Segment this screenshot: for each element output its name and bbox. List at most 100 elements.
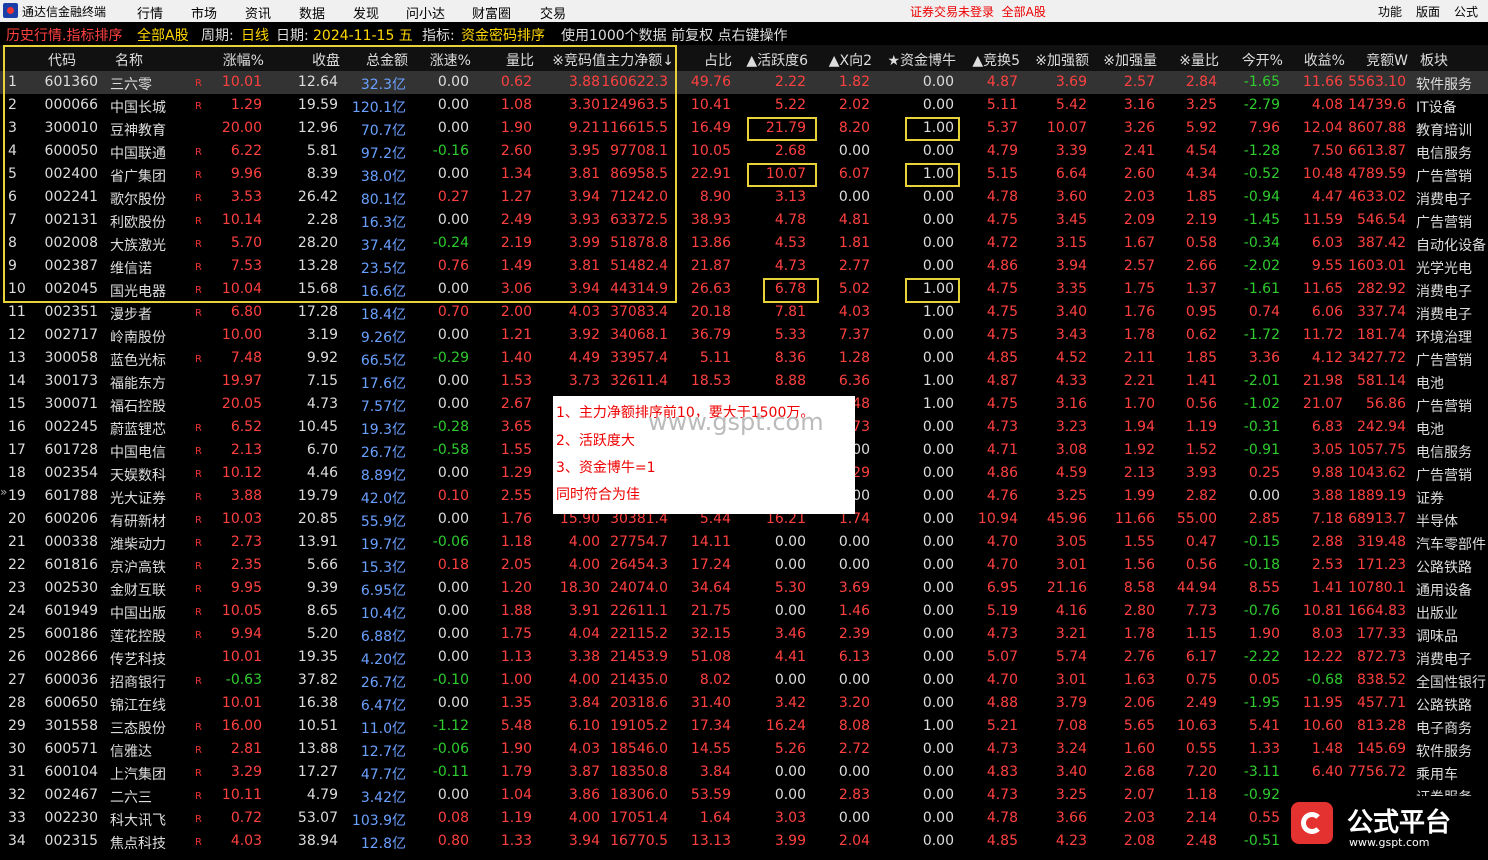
col-header-20[interactable]: 板块 [1420, 50, 1448, 70]
table-row[interactable]: 11 002351 漫步者 R 6.80 17.28 18.4亿 0.70 2.00 4.03 37… [0, 301, 1488, 324]
menu-layout[interactable]: 版面 [1416, 3, 1440, 20]
col-header-17[interactable]: 今开% [1242, 50, 1283, 70]
jingma-value: 3.91 [568, 603, 600, 619]
period-selector[interactable]: 日线 [241, 25, 269, 45]
x-direction: 8.08 [838, 718, 870, 734]
jinghuan: 5.37 [986, 120, 1018, 136]
vol-ratio-2: 0.55 [1185, 741, 1217, 757]
highlight-activity-row10 [763, 278, 819, 303]
table-row[interactable]: 30 600571 信雅达 R 2.81 13.88 12.7亿 -0.06 1.90 4.03 1… [0, 738, 1488, 761]
sector: 软件服务 [1416, 744, 1472, 760]
stock-code: 601949 [44, 603, 98, 619]
col-header-12[interactable]: ★资金博牛 [887, 50, 956, 70]
table-row[interactable]: 27 600036 招商银行 R -0.63 37.82 26.7亿 -0.10 1.00 4.0… [0, 669, 1488, 692]
menu-item-quotes[interactable]: 行情 [137, 3, 163, 22]
total-amount: 10.4亿 [360, 606, 406, 622]
menu-item-news[interactable]: 资讯 [245, 3, 271, 22]
col-header-19[interactable]: 竞额W [1366, 50, 1408, 70]
menu-function[interactable]: 功能 [1378, 3, 1402, 20]
menu-item-wealth[interactable]: 财富圈 [472, 3, 511, 22]
stock-name: 科大讯飞 [110, 813, 166, 829]
enhanced-volume: 2.76 [1123, 649, 1155, 665]
col-header-11[interactable]: ▲X向2 [829, 50, 872, 70]
activity: 4.73 [774, 258, 806, 274]
row-index: 21 [8, 534, 26, 550]
jinghuan: 4.73 [986, 787, 1018, 803]
menu-item-ask[interactable]: 问小达 [406, 3, 445, 22]
row-index: 16 [8, 419, 26, 435]
menu-item-data[interactable]: 数据 [299, 3, 325, 22]
enhanced-amount: 4.52 [1055, 350, 1087, 366]
vol-ratio-2: 1.85 [1185, 350, 1217, 366]
open-pct: -1.02 [1243, 396, 1280, 412]
return-pct: 6.03 [1311, 235, 1343, 251]
speed-pct: 0.18 [437, 557, 469, 573]
table-row[interactable]: 22 601816 京沪高铁 R 2.35 5.66 15.3亿 0.18 2.05 4.00 26… [0, 554, 1488, 577]
brand-url: www.gspt.com [1349, 836, 1430, 849]
row-index: 18 [8, 465, 26, 481]
jinghuan: 4.83 [986, 764, 1018, 780]
side-expand-icon[interactable]: » [0, 485, 7, 499]
table-row[interactable]: 28 600650 锦江在线 10.01 16.38 6.47亿 0.00 1.35 3.84 2… [0, 692, 1488, 715]
volume-ratio: 1.04 [500, 787, 532, 803]
open-pct: -2.79 [1243, 97, 1280, 113]
menu-item-discover[interactable]: 发现 [353, 3, 379, 22]
table-row[interactable]: 34 002315 焦点科技 R 4.03 38.94 12.8亿 0.80 1.33 3.94 1… [0, 830, 1488, 853]
row-index: 31 [8, 764, 26, 780]
vol-ratio-2: 7.20 [1185, 764, 1217, 780]
col-header-16[interactable]: ※量比 [1179, 50, 1219, 70]
open-pct: 7.96 [1248, 120, 1280, 136]
activity: 3.42 [774, 695, 806, 711]
col-header-10[interactable]: ▲活跃度6 [746, 50, 808, 70]
menu-formula[interactable]: 公式 [1454, 3, 1478, 20]
col-header-18[interactable]: 收益% [1304, 50, 1345, 70]
total-amount: 9.26亿 [360, 330, 406, 346]
table-row[interactable]: 33 002230 科大讯飞 R 0.72 53.07 103.9亿 0.08 1.19 4.00… [0, 807, 1488, 830]
total-amount: 4.20亿 [360, 652, 406, 668]
col-header-13[interactable]: ▲竞换5 [972, 50, 1020, 70]
market-selector[interactable]: 全部A股 [137, 25, 189, 45]
main-net-flow: 24074.0 [610, 580, 668, 596]
enhanced-volume: 2.11 [1123, 350, 1155, 366]
table-row[interactable]: 13 300058 蓝色光标 R 7.48 9.92 66.5亿 -0.29 1.40 4.49 3… [0, 347, 1488, 370]
sector: 通用设备 [1416, 583, 1472, 599]
highlight-bull-row3 [905, 117, 960, 141]
table-row[interactable]: 24 601949 中国出版 R 10.05 8.65 10.4亿 0.00 1.88 3.91 2… [0, 600, 1488, 623]
row-index: 29 [8, 718, 26, 734]
date-selector[interactable]: 2024-11-15 五 [313, 25, 413, 45]
table-row[interactable]: 25 600186 莲花控股 R 9.94 5.20 6.88亿 0.00 1.75 4.04 22… [0, 623, 1488, 646]
sector: 电子商务 [1416, 721, 1472, 737]
main-net-flow: 18546.0 [610, 741, 668, 757]
menu-item-market[interactable]: 市场 [191, 3, 217, 22]
enhanced-volume: 5.65 [1123, 718, 1155, 734]
main-net-flow: 18306.0 [610, 787, 668, 803]
brand-name: 公式平台 [1347, 808, 1452, 838]
stock-code: 600571 [44, 741, 98, 757]
stock-code: 600650 [44, 695, 98, 711]
table-row[interactable]: 21 000338 潍柴动力 R 2.73 13.91 19.7亿 -0.06 1.18 4.00… [0, 531, 1488, 554]
indicator-selector[interactable]: 资金密码排序 [461, 25, 545, 45]
col-header-15[interactable]: ※加强量 [1103, 50, 1157, 70]
menu-item-trade[interactable]: 交易 [540, 3, 566, 22]
table-row[interactable]: 32 002467 二六三 R 10.11 4.79 3.42亿 0.00 1.04 3.86 18… [0, 784, 1488, 807]
rz-flag: R [195, 814, 202, 825]
table-row[interactable]: 29 301558 三态股份 R 16.00 10.51 11.0亿 -1.12 5.48 6.1… [0, 715, 1488, 738]
table-row[interactable]: 31 600104 上汽集团 R 3.29 17.27 47.7亿 -0.11 1.79 3.87… [0, 761, 1488, 784]
close-price: 53.07 [297, 810, 338, 826]
login-status[interactable]: 证券交易未登录 全部A股 [910, 3, 1046, 20]
activity: 16.24 [765, 718, 806, 734]
table-row[interactable]: 23 002530 金财互联 R 9.95 9.39 6.95亿 0.00 1.20 18.30 2… [0, 577, 1488, 600]
table-row[interactable]: 12 002717 岭南股份 10.00 3.19 9.26亿 0.00 1.21 3.92 34… [0, 324, 1488, 347]
col-header-14[interactable]: ※加强额 [1035, 50, 1089, 70]
table-row[interactable]: 14 300173 福能东方 19.97 7.15 17.6亿 0.00 1.53 3.73 32… [0, 370, 1488, 393]
stock-code: 002717 [44, 327, 98, 343]
enhanced-amount: 6.64 [1055, 166, 1087, 182]
ratio: 14.55 [690, 741, 731, 757]
table-row[interactable]: 26 002866 传艺科技 10.01 19.35 4.20亿 0.00 1.13 3.38 2… [0, 646, 1488, 669]
activity: 3.13 [774, 189, 806, 205]
col-header-9[interactable]: 占比 [704, 50, 732, 70]
jinghuan: 4.86 [986, 258, 1018, 274]
data-note: 使用1000个数据 前复权 点右键操作 [561, 28, 788, 44]
ratio: 3.84 [699, 764, 731, 780]
fund-bull: 0.00 [922, 557, 954, 573]
